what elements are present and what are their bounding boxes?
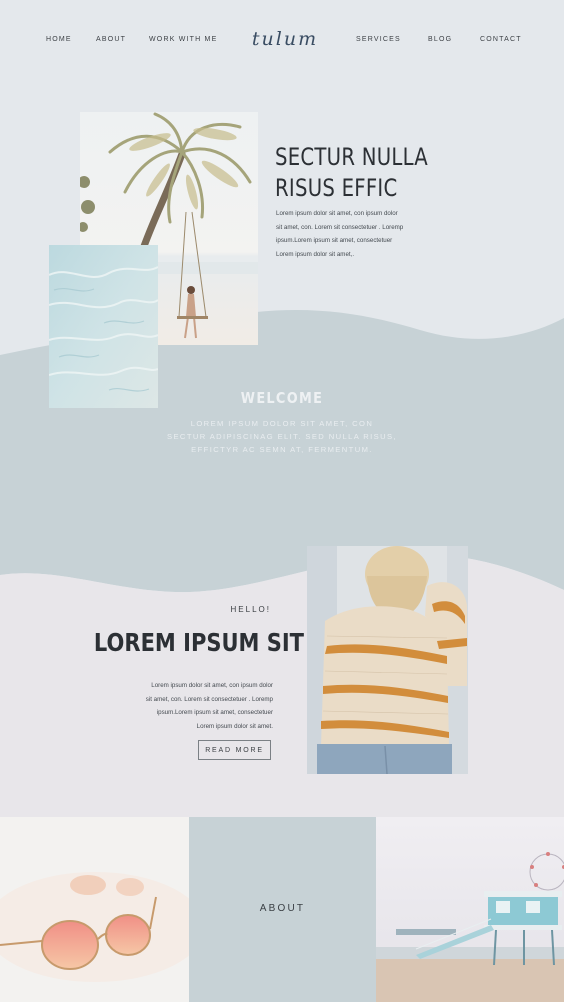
nav-home[interactable]: HOME [46, 36, 72, 43]
intro-body-line: Lorem ipsum dolor sit amet. [196, 722, 273, 730]
welcome-title: WELCOME [240, 389, 324, 407]
hero-body-line: sit amet, con. Lorem sit consectetuer . … [276, 223, 404, 231]
welcome-body-line: EFFICTYR AC SEMN AT, FERMENTUM. [191, 445, 373, 454]
nav-blog[interactable]: BLOG [428, 36, 452, 43]
about-link[interactable]: ABOUT [189, 903, 376, 914]
intro-body-line: ipsum.Lorem ipsum sit amet, consectetuer [156, 709, 273, 717]
lavender-section [0, 553, 564, 817]
intro-title: LOREM IPSUM SIT [93, 628, 304, 657]
ocean-water-photo [49, 245, 158, 408]
about-panel[interactable]: ABOUT [189, 817, 376, 1002]
intro-body: Lorem ipsum dolor sit amet, con ipsum do… [118, 679, 273, 733]
hero-body-line: ipsum.Lorem ipsum sit amet, consectetuer [276, 237, 393, 244]
hero-title: SECTUR NULLA RISUS EFFIC [275, 142, 439, 204]
read-more-button[interactable]: READ MORE [198, 740, 271, 760]
welcome-body-line: LOREM IPSUM DOLOR SIT AMET, CON [190, 419, 374, 428]
welcome-body-line: SECTUR ADIPISCINAG ELIT. SED NULLA RISUS… [167, 432, 397, 441]
woman-striped-sweater-photo [307, 546, 468, 774]
welcome-body: LOREM IPSUM DOLOR SIT AMET, CON SECTUR A… [132, 417, 432, 456]
nav-services[interactable]: SERVICES [356, 36, 401, 43]
hero-title-line1: SECTUR NULLA [275, 143, 428, 171]
hero-body: Lorem ipsum dolor sit amet, con ipsum do… [276, 207, 426, 261]
nav-contact[interactable]: CONTACT [480, 36, 522, 43]
site-logo[interactable]: tulum [250, 28, 320, 50]
intro-body-line: sit amet, con. Lorem sit consectetuer . … [145, 695, 273, 703]
nav-about[interactable]: ABOUT [96, 36, 126, 43]
hero-body-line: Lorem ipsum dolor sit amet,. [276, 250, 355, 258]
hello-eyebrow: HELLO! [230, 605, 271, 614]
nav-work-with-me[interactable]: WORK WITH ME [149, 36, 217, 43]
lifeguard-tower-photo [376, 817, 564, 1002]
hero-body-line: Lorem ipsum dolor sit amet, con ipsum do… [276, 210, 398, 217]
hero-title-line2: RISUS EFFIC [275, 174, 398, 202]
sunglasses-photo [0, 817, 189, 1002]
intro-body-line: Lorem ipsum dolor sit amet, con ipsum do… [151, 682, 273, 689]
